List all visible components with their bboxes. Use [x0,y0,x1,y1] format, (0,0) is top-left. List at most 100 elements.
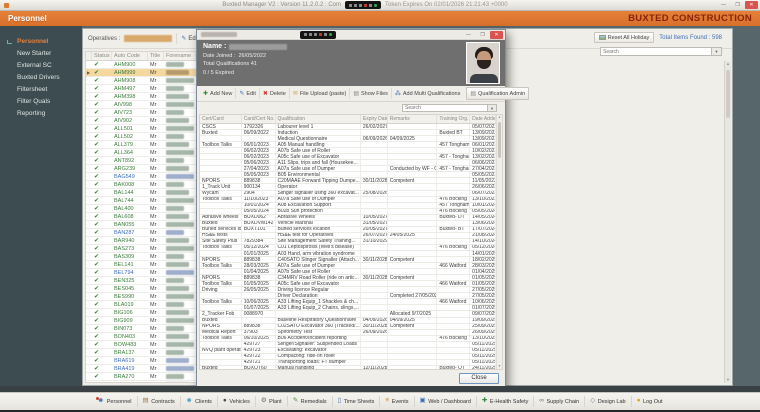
qualification-admin-button[interactable]: ▤Qualification Admin [466,87,529,100]
cell: 11/05/2023 [470,178,496,183]
cell: Excavating: excavator [276,348,361,353]
qualification-search-dropdown[interactable]: ▼ [488,104,497,112]
forename-redacted [164,69,196,76]
taskbar-item-plant[interactable]: ⚙Plant [256,396,288,407]
scroll-up-arrow[interactable]: ▲ [725,61,731,67]
cell [200,251,242,256]
taskbar-item-personnel[interactable]: ☻Personnel [92,396,137,407]
column-header[interactable]: Cert/Card [200,115,242,123]
cell [437,318,470,323]
cell [388,336,438,341]
add-multi-qualifications-button[interactable]: ⁂Add Multi Qualifications [392,88,463,99]
cell: Abrasive wheels [200,215,242,220]
cell [437,221,470,226]
cell [200,360,242,365]
cell [437,184,470,189]
close-button[interactable]: Close [459,373,499,384]
sidebar-item-buxted-drivers[interactable]: Buxted Drivers [0,71,82,83]
taskbar-item-remedials[interactable]: ✎Remedials [288,396,333,407]
sidebar-item-filtersheet[interactable]: Filtersheet [0,83,82,95]
cell: A33 Lifting Equip_1 Shackles & ch... [276,299,361,304]
cell [361,245,388,250]
status-check-icon: ✔ [92,189,112,196]
redaction-blob [166,278,184,283]
column-header[interactable]: Remarks [388,115,438,123]
sidebar-item-filter-quals[interactable]: Filter Quals [0,95,82,107]
qualification-row[interactable]: BuxtedBUXOT60Manual handling12/11/2028Bu… [200,366,502,370]
scroll-up-arrow[interactable]: ▲ [497,115,502,120]
column-header[interactable]: Date Added [470,115,496,123]
add-new-button[interactable]: ✚Add New [200,88,236,99]
auto-code: BEL794 [112,269,148,276]
sidebar-item-external-sc[interactable]: External SC [0,59,82,71]
column-header[interactable]: Card/Cert No. [242,115,276,123]
cell: A03 Hand, arm vibration syndrome [276,251,361,256]
org-chart-icon: ⁂ [395,90,401,97]
cell [361,311,388,316]
scrollbar-thumb[interactable] [498,122,501,158]
column-header[interactable]: Training Org. [437,115,470,123]
column-header[interactable]: Status [92,52,112,60]
taskbar-item-events[interactable]: ≡Events [380,396,414,407]
file-upload-paste--button[interactable]: ✉File Upload (paste) [290,88,351,99]
dialog-scrollbar[interactable]: ▲ ▼ [496,115,502,369]
column-header[interactable]: Forename [164,52,196,60]
cell [388,130,438,135]
taskbar-item-e-health-safety[interactable]: ✚E-Health Safety [477,396,534,407]
edit-button[interactable]: ✎Edit [236,88,260,99]
cell: 2_Tracker Fob [200,311,242,316]
search-dropdown-button[interactable]: ▼ [712,47,722,56]
sidebar-item-new-starter[interactable]: New Starter [0,47,82,59]
taskbar-item-design-lab[interactable]: ◇Design Lab [585,396,631,407]
dialog-close-button[interactable]: ✕ [490,31,503,39]
reset-all-holiday-button[interactable]: Reset All Holiday [594,32,655,43]
sidebar-item-reporting[interactable]: Reporting [0,107,82,119]
dialog-minimize-button[interactable]: — [462,31,475,39]
app-icon [4,3,9,8]
redaction-blob [166,62,184,67]
sidebar-item-personnel[interactable]: Personnel [0,35,82,47]
redaction-blob [166,190,189,195]
scroll-down-arrow[interactable]: ▼ [725,377,731,383]
show-files-button[interactable]: ▤Show Files [350,88,392,99]
column-header[interactable]: Expiry Date [361,115,388,123]
close-window-button[interactable]: ✕ [745,1,758,9]
column-header[interactable]: Auto Code [112,52,148,60]
auto-code: BRA619 [112,357,148,364]
taskbar-item-time-sheets[interactable]: ▯Time Sheets [333,396,381,407]
taskbar-item-supply-chain[interactable]: ∞Supply Chain [534,396,585,407]
column-header[interactable]: Qualification [276,115,361,123]
column-header[interactable]: Title [148,52,164,60]
taskbar-item-log-out[interactable]: ●Log Out [632,396,668,407]
taskbar-item-web-dashboard[interactable]: ▣Web / Dashboard [415,396,477,407]
cell: 2904 [242,191,276,196]
auto-code: BIG106 [112,309,148,316]
main-scrollbar[interactable]: ▲ ▼ [724,61,731,383]
cell: Buxted- DT [437,215,470,220]
status-check-icon: ✔ [92,325,112,332]
auto-code: ANT892 [112,157,148,164]
delete-button[interactable]: ✖Delete [260,88,290,99]
scroll-down-arrow[interactable]: ▼ [497,364,502,369]
scrollbar-thumb[interactable] [726,70,730,118]
qualification-search-input[interactable] [402,104,488,112]
auto-code: AIV723 [112,109,148,116]
cell [388,203,438,208]
status-check-icon: ✔ [92,157,112,164]
redaction-blob [166,158,184,163]
auto-code: BES045 [112,285,148,292]
search-input[interactable] [600,47,712,56]
capture-camera-icon [354,4,357,7]
cell: Conducted by WF - Overturne... [388,166,438,171]
dialog-maximize-button[interactable]: ❐ [476,31,489,39]
minimize-button[interactable]: — [717,1,730,9]
taskbar-item-vehicles[interactable]: ●Vehicles [218,396,256,407]
cell [437,191,470,196]
auto-code: AIV902 [112,117,148,124]
cell: BUXD062 [242,215,276,220]
cell: A05 Manual handling [276,142,361,147]
cell: Operator [276,184,361,189]
taskbar-item-contracts[interactable]: ▤Contracts [138,396,181,407]
maximize-button[interactable]: ❐ [731,1,744,9]
taskbar-item-clients[interactable]: ☻Clients [181,396,218,407]
